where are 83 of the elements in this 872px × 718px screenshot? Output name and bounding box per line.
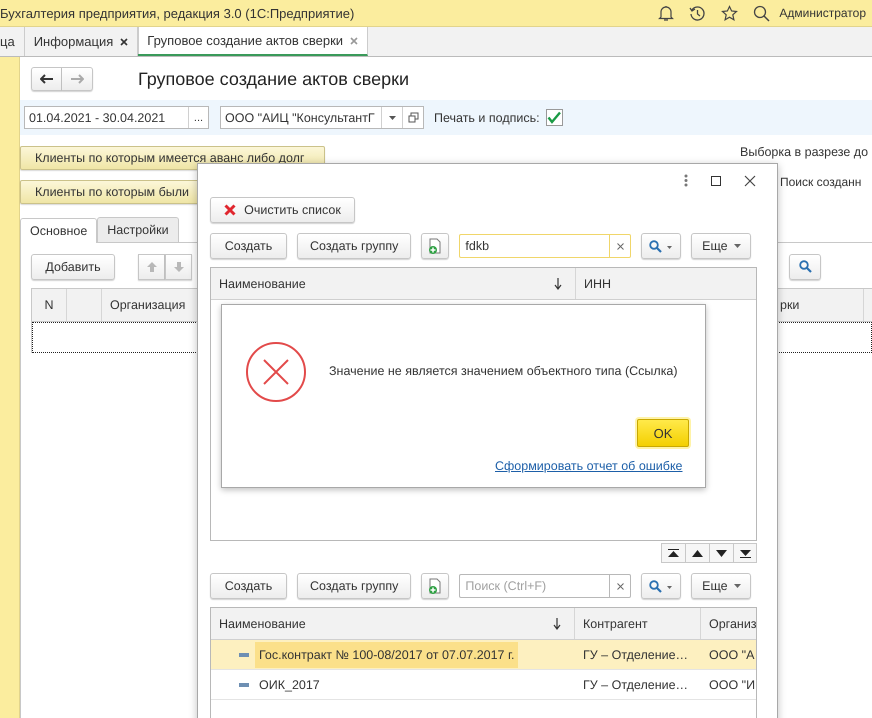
search-dropdown-icon xyxy=(649,580,674,592)
more-button[interactable]: Еще xyxy=(691,573,752,599)
more-icon[interactable] xyxy=(684,174,688,187)
add-button[interactable]: Добавить xyxy=(31,254,115,280)
document-plus-icon xyxy=(427,238,444,254)
side-label: Выборка в разрезе до xyxy=(740,145,868,159)
search-icon[interactable] xyxy=(753,4,770,22)
last-page-button[interactable] xyxy=(733,543,757,563)
side-label: Поиск созданн xyxy=(780,175,862,189)
previous-page-button[interactable] xyxy=(685,543,709,563)
first-page-button[interactable] xyxy=(661,543,685,563)
bell-icon[interactable] xyxy=(658,4,674,22)
ok-button[interactable]: OK xyxy=(637,419,689,447)
table-cell: ООО "А xyxy=(709,648,754,662)
item-icon xyxy=(239,652,249,656)
up-triangle-icon xyxy=(692,550,703,556)
open-tab[interactable]: ца xyxy=(0,27,25,56)
star-icon[interactable] xyxy=(721,4,738,22)
tab-label: Информация xyxy=(34,34,114,49)
clear-icon[interactable] xyxy=(609,574,632,598)
item-icon xyxy=(239,682,249,686)
cross-icon xyxy=(224,204,236,216)
open-tab[interactable]: Груповое создание актов сверки xyxy=(138,27,368,56)
print-checkbox[interactable] xyxy=(546,109,563,126)
add-document-button[interactable] xyxy=(421,573,450,599)
period-field[interactable]: 01.04.2021 - 30.04.2021 ... xyxy=(24,106,209,129)
caret-icon xyxy=(734,244,741,248)
search-field[interactable]: Поиск (Ctrl+F) xyxy=(459,574,610,598)
create-group-button[interactable]: Создать группу xyxy=(297,233,412,259)
form-tab[interactable]: Основное xyxy=(20,218,98,243)
print-label: Печать и подпись: xyxy=(434,110,540,124)
table-cell: ООО "И xyxy=(709,678,756,692)
column-header[interactable]: Контрагент xyxy=(575,608,701,639)
last-icon xyxy=(740,548,750,558)
search-icon xyxy=(798,260,812,273)
search-button[interactable] xyxy=(789,254,821,280)
search-options-button[interactable] xyxy=(641,573,682,599)
create-button[interactable]: Создать xyxy=(210,233,287,259)
form-title: Груповое создание актов сверки xyxy=(138,68,410,90)
document-plus-icon xyxy=(427,578,444,594)
column-header[interactable]: ИНН xyxy=(576,268,756,299)
table-cell: Гос.контракт № 100-08/2017 от 07.07.2017 г. xyxy=(255,642,518,668)
down-triangle-icon xyxy=(716,550,727,556)
column-header[interactable]: N xyxy=(32,289,67,321)
caret-icon xyxy=(734,584,741,588)
up-arrow-icon xyxy=(146,260,158,272)
error-report-link[interactable]: Сформировать отчет об ошибке xyxy=(495,459,682,473)
create-button[interactable]: Создать xyxy=(210,573,287,599)
add-document-button[interactable] xyxy=(421,233,450,259)
down-arrow-icon xyxy=(172,260,184,272)
close-icon[interactable] xyxy=(120,38,128,46)
create-group-button[interactable]: Создать группу xyxy=(297,573,412,599)
table-cell: ОИК_2017 xyxy=(259,678,320,692)
forward-arrow-icon xyxy=(70,74,84,84)
tab-label: ца xyxy=(0,34,15,49)
next-page-button[interactable] xyxy=(709,543,733,563)
maximize-icon[interactable] xyxy=(711,176,721,186)
history-icon[interactable] xyxy=(689,4,706,22)
user-name[interactable]: Администратор xyxy=(779,6,866,20)
search-dropdown-icon xyxy=(649,240,674,252)
clear-list-button[interactable]: Очистить список xyxy=(210,197,355,223)
clear-icon[interactable] xyxy=(609,234,632,258)
tab-label: Груповое создание актов сверки xyxy=(147,33,344,48)
app-title: Бухгалтерия предприятия, редакция 3.0 (1С:Предприятие) xyxy=(0,6,354,20)
column-header[interactable]: Организ xyxy=(701,608,756,639)
column-header[interactable]: Наименование xyxy=(211,268,576,299)
close-icon[interactable] xyxy=(744,174,756,186)
table-cell: ГУ – Отделение… xyxy=(583,678,688,692)
form-tab[interactable]: Настройки xyxy=(97,217,179,242)
error-message: Значение не является значением объектного типа (Ссылка) xyxy=(329,364,678,378)
search-field[interactable]: fdkb xyxy=(459,234,610,258)
organization-field[interactable]: ООО "АИЦ "КонсультантГ xyxy=(220,106,424,129)
column-header[interactable]: Наименование xyxy=(211,608,575,639)
back-button[interactable] xyxy=(31,67,62,91)
more-button[interactable]: Еще xyxy=(691,233,752,259)
table-cell: ГУ – Отделение… xyxy=(583,648,688,662)
search-options-button[interactable] xyxy=(641,233,682,259)
error-icon xyxy=(245,341,307,403)
back-arrow-icon xyxy=(40,74,54,84)
table-row[interactable]: ОИК_2017 ГУ – Отделение… ООО "И xyxy=(211,670,756,700)
table-row[interactable]: Гос.контракт № 100-08/2017 от 07.07.2017 г. ГУ – Отделение… ООО "А xyxy=(211,640,756,670)
column-header[interactable]: рки xyxy=(780,289,864,321)
first-icon xyxy=(668,548,679,558)
